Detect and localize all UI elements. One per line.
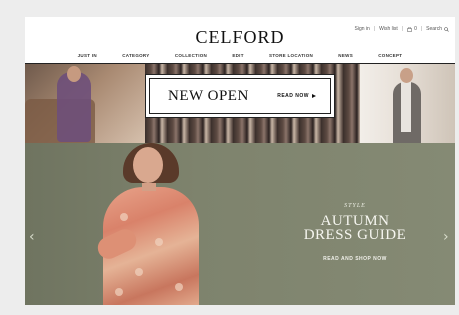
separator: |: [401, 26, 404, 32]
dress-pattern: [175, 283, 183, 291]
banner-photo-model-left: [57, 72, 91, 142]
new-open-card[interactable]: NEW OPEN READ NOW: [145, 74, 335, 118]
site-header: CELFORD Sign in | Wish list | 0 | Search…: [25, 17, 455, 61]
separator: |: [373, 26, 376, 32]
wishlist-link[interactable]: Wish list: [379, 26, 398, 32]
nav-item-collection[interactable]: COLLECTION: [175, 53, 207, 58]
hero-headline: AUTUMN DRESS GUIDE: [280, 213, 430, 243]
new-open-card-inner: NEW OPEN READ NOW: [149, 78, 331, 114]
nav-item-news[interactable]: NEWS: [338, 53, 353, 58]
banner-photo-model-right-shirt: [401, 82, 411, 132]
hero-headline-line1: AUTUMN: [320, 213, 390, 229]
page-frame: CELFORD Sign in | Wish list | 0 | Search…: [25, 17, 455, 305]
promo-banner[interactable]: NEW OPEN READ NOW: [25, 63, 455, 151]
utility-nav: Sign in | Wish list | 0 | Search: [355, 26, 449, 32]
search-link[interactable]: Search: [426, 26, 449, 32]
search-icon: [444, 26, 449, 32]
dress-pattern: [115, 288, 123, 296]
read-now-button[interactable]: READ NOW: [277, 93, 316, 99]
hero-model-face: [133, 147, 163, 183]
hero-headline-line2: DRESS GUIDE: [303, 227, 407, 243]
cart-link[interactable]: 0: [407, 26, 417, 32]
banner-photo-model-left-head: [67, 66, 81, 82]
cart-count: 0: [414, 26, 417, 32]
nav-item-store-location[interactable]: STORE LOCATION: [269, 53, 313, 58]
nav-item-concept[interactable]: CONCEPT: [378, 53, 402, 58]
signin-link[interactable]: Sign in: [355, 26, 370, 32]
chevron-left-icon[interactable]: ‹: [29, 229, 35, 245]
search-label: Search: [426, 26, 442, 32]
read-now-label: READ NOW: [277, 93, 309, 99]
dress-pattern: [155, 238, 163, 246]
nav-item-edit[interactable]: EDIT: [232, 53, 243, 58]
nav-item-just-in[interactable]: JUST IN: [78, 53, 97, 58]
chevron-right-icon[interactable]: ›: [443, 229, 449, 245]
bag-icon: [407, 26, 412, 32]
play-arrow-icon: [312, 94, 316, 98]
separator: |: [420, 26, 423, 32]
dress-pattern: [120, 213, 128, 221]
dress-pattern: [135, 268, 143, 276]
banner-photo-model-right-head: [400, 68, 413, 83]
read-and-shop-button[interactable]: READ AND SHOP NOW: [280, 256, 430, 262]
hero-carousel[interactable]: ‹ › STYLE AUTUMN DRESS GUIDE READ AND SH…: [25, 143, 455, 305]
new-open-title: NEW OPEN: [168, 87, 249, 104]
main-nav: JUST IN CATEGORY COLLECTION EDIT STORE L…: [25, 53, 455, 58]
nav-item-category[interactable]: CATEGORY: [122, 53, 149, 58]
hero-eyebrow: STYLE: [344, 203, 366, 209]
